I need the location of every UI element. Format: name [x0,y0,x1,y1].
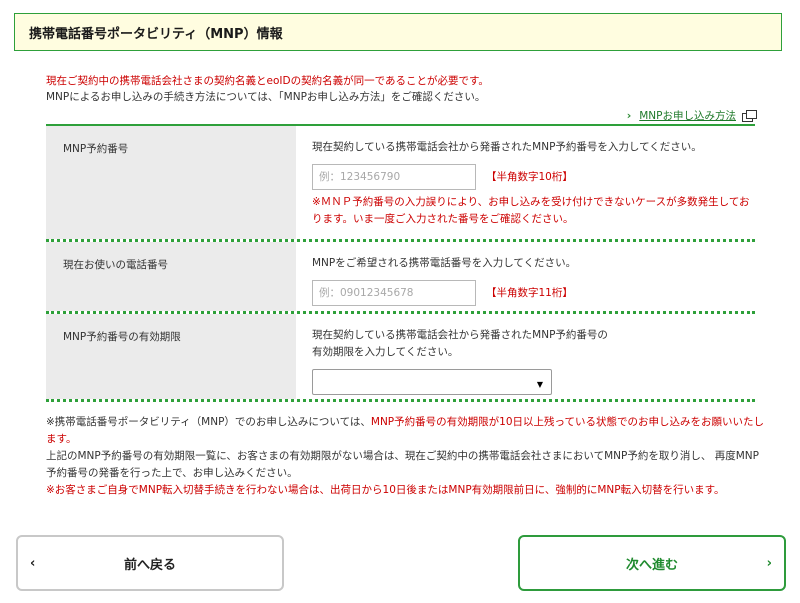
dropdown-arrow-icon: ▼ [536,380,543,389]
input-warning: ※ＭＮＰ予約番号の入力誤りにより、お申し込みを受け付けできないケースが多数発生し… [312,196,750,225]
section-title: 携帯電話番号ポータビリティ（MNP）情報 [29,26,283,42]
field-description: 有効期限を入力してください。 [312,346,459,358]
notice-block: 現在ご契約中の携帯電話会社さまの契約名義とeoIDの契約名義が同一であることが必… [46,73,489,105]
expiry-date-select[interactable]: ▼ [312,369,552,395]
notice-line-red: 現在ご契約中の携帯電話会社さまの契約名義とeoIDの契約名義が同一であることが必… [46,75,489,87]
back-button-label: 前へ戻る [123,557,176,573]
field-label: MNP予約番号 [46,126,296,239]
footnote-2: 上記のMNP予約番号の有効期限一覧に、お客さまの有効期限がない場合は、現在ご契約… [46,450,759,479]
footnote-1: ※携帯電話番号ポータビリティ（MNP）でのお申し込みについては、MNP予約番号の… [46,414,766,448]
next-button-label: 次へ進む [625,557,678,573]
field-description: 現在契約している携帯電話会社から発番されたMNP予約番号を入力してください。 [312,141,702,153]
next-button[interactable]: 次へ進む › [518,535,786,591]
field-label: 現在お使いの電話番号 [46,242,296,311]
input-line: 【半角数字10桁】 [312,164,755,190]
footnotes: ※携帯電話番号ポータビリティ（MNP）でのお申し込みについては、MNP予約番号の… [46,414,766,499]
chevron-right-icon: › [626,109,632,122]
input-line: 【半角数字11桁】 [312,280,755,306]
form-row-mnp-number: MNP予約番号 現在契約している携帯電話会社から発番されたMNP予約番号を入力し… [46,124,755,242]
input-format-hint: 【半角数字10桁】 [486,170,573,183]
chevron-right-icon: › [766,555,772,571]
form-row-current-phone: 現在お使いの電話番号 MNPをご希望される携帯電話番号を入力してください。 【半… [46,242,755,314]
input-format-hint: 【半角数字11桁】 [486,286,573,299]
mnp-number-input[interactable] [312,164,476,190]
footnote-1-text: ※携帯電話番号ポータビリティ（MNP）でのお申し込みについては、 [46,416,371,428]
mnp-guide-link-label[interactable]: MNPお申し込み方法 [639,108,736,123]
notice-line: MNPによるお申し込みの手続き方法については、「MNPお申し込み方法」をご確認く… [46,91,486,103]
chevron-left-icon: ‹ [30,555,36,571]
external-window-icon [742,110,757,122]
footnote-3: ※お客さまご自身でMNP転入切替手続きを行わない場合は、出荷日から10日後または… [46,484,725,496]
phone-number-input[interactable] [312,280,476,306]
field-body: 現在契約している携帯電話会社から発番されたMNP予約番号の 有効期限を入力してく… [296,314,755,399]
mnp-form: MNP予約番号 現在契約している携帯電話会社から発番されたMNP予約番号を入力し… [46,124,755,402]
mnp-guide-link[interactable]: › MNPお申し込み方法 [626,108,757,123]
section-header: 携帯電話番号ポータビリティ（MNP）情報 [14,13,782,51]
field-body: 現在契約している携帯電話会社から発番されたMNP予約番号を入力してください。 【… [296,126,755,239]
back-button[interactable]: ‹ 前へ戻る [16,535,284,591]
field-label: MNP予約番号の有効期限 [46,314,296,399]
field-body: MNPをご希望される携帯電話番号を入力してください。 【半角数字11桁】 [296,242,755,311]
field-description: MNPをご希望される携帯電話番号を入力してください。 [312,257,577,269]
field-description: 現在契約している携帯電話会社から発番されたMNP予約番号の [312,329,608,341]
form-row-expiry: MNP予約番号の有効期限 現在契約している携帯電話会社から発番されたMNP予約番… [46,314,755,402]
